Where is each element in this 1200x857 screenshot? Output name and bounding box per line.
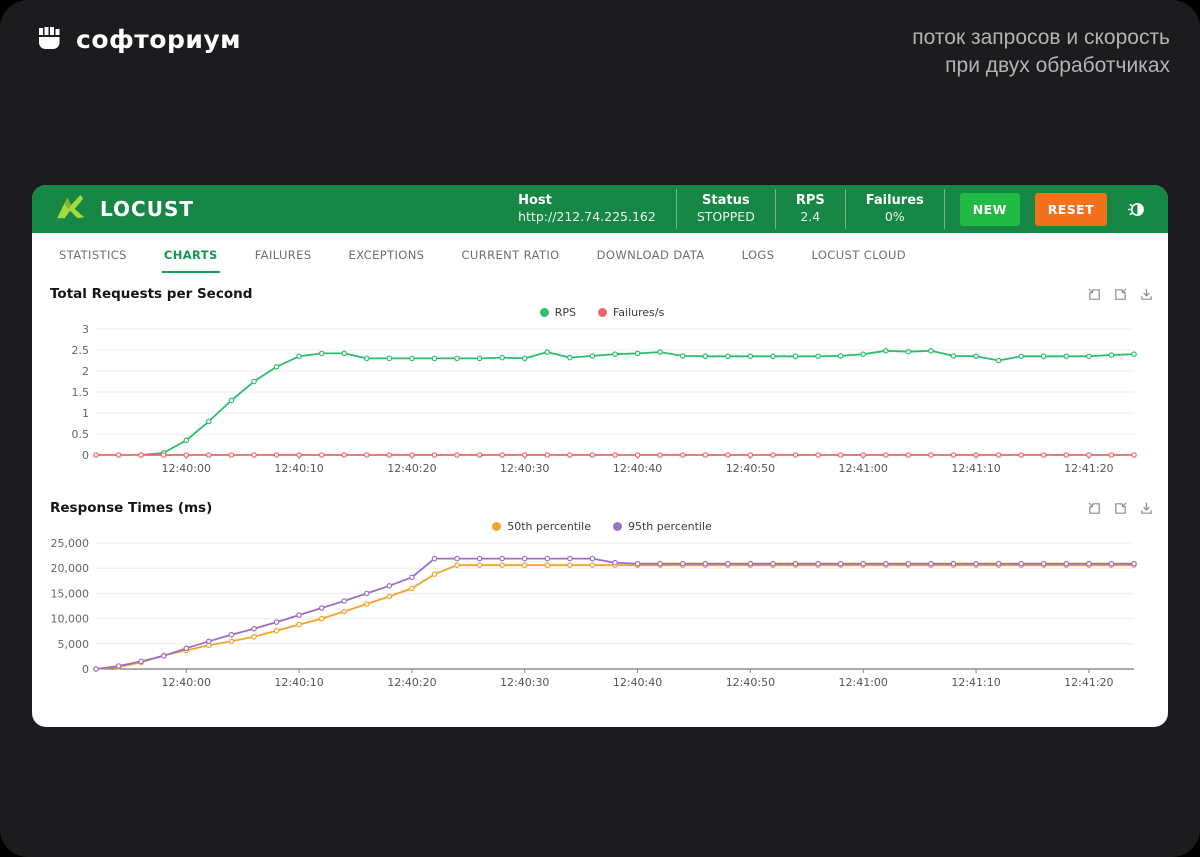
tab-logs[interactable]: LOGS bbox=[740, 240, 777, 273]
tab-statistics[interactable]: STATISTICS bbox=[57, 240, 129, 273]
svg-text:12:40:00: 12:40:00 bbox=[162, 676, 211, 689]
tab-current-ratio[interactable]: CURRENT RATIO bbox=[459, 240, 561, 273]
svg-text:12:41:00: 12:41:00 bbox=[839, 462, 888, 475]
svg-text:12:41:00: 12:41:00 bbox=[839, 676, 888, 689]
svg-text:12:40:10: 12:40:10 bbox=[274, 462, 323, 475]
status-label: Status bbox=[702, 193, 750, 209]
failures-value: 0% bbox=[884, 209, 905, 225]
drag-zoom-icon[interactable] bbox=[1087, 501, 1102, 516]
rps-chart-legend: RPS Failures/s bbox=[50, 303, 1154, 321]
legend-item-50th-percentile[interactable]: 50th percentile bbox=[492, 520, 591, 533]
download-chart-icon[interactable] bbox=[1139, 501, 1154, 516]
tab-exceptions[interactable]: EXCEPTIONS bbox=[347, 240, 427, 273]
app-name: LOCUST bbox=[100, 197, 194, 221]
chart-toolbox bbox=[1087, 501, 1154, 516]
rps-chart: 0 0.5 1 1.5 2 2.5 3 12:40:00 12:40:10 12:40:20 12:… bbox=[72, 323, 1137, 475]
svg-text:12:40:00: 12:40:00 bbox=[162, 462, 211, 475]
legend-dot-icon bbox=[613, 521, 622, 531]
svg-text:2.5: 2.5 bbox=[72, 344, 90, 357]
svg-text:25,000: 25,000 bbox=[51, 537, 90, 550]
svg-text:12:40:40: 12:40:40 bbox=[613, 676, 662, 689]
svg-text:0: 0 bbox=[82, 663, 89, 676]
svg-text:15,000: 15,000 bbox=[51, 587, 90, 600]
svg-text:10,000: 10,000 bbox=[51, 613, 90, 626]
caption-line-1: поток запросов и скорость bbox=[912, 26, 1170, 49]
tab-bar: STATISTICS CHARTS FAILURES EXCEPTIONS CURREN… bbox=[32, 233, 1168, 273]
caption-line-2: при двух обработчиках bbox=[945, 54, 1170, 77]
locust-logo: LOCUST bbox=[54, 193, 194, 225]
failures-info: Failures 0% bbox=[844, 189, 945, 229]
legend-label: Failures/s bbox=[612, 305, 665, 319]
svg-text:12:40:10: 12:40:10 bbox=[274, 676, 323, 689]
svg-text:1: 1 bbox=[82, 407, 89, 420]
legend-item-failures-s[interactable]: Failures/s bbox=[597, 305, 665, 319]
response-times-chart-legend: 50th percentile 95th percentile bbox=[50, 517, 1154, 535]
tab-download-data[interactable]: DOWNLOAD DATA bbox=[595, 240, 707, 273]
dark-frame-panel: софториум поток запросов и скорость при … bbox=[0, 0, 1200, 857]
app-header: LOCUST Host http://212.74.225.162 Status… bbox=[32, 185, 1168, 233]
zoom-reset-icon[interactable] bbox=[1113, 501, 1128, 516]
fist-icon bbox=[36, 24, 63, 55]
svg-text:12:40:30: 12:40:30 bbox=[500, 462, 549, 475]
rps-value: 2.4 bbox=[800, 209, 821, 225]
svg-text:1.5: 1.5 bbox=[72, 386, 90, 399]
svg-text:12:41:20: 12:41:20 bbox=[1064, 676, 1113, 689]
svg-text:12:40:50: 12:40:50 bbox=[726, 676, 775, 689]
brand: софториум bbox=[36, 24, 241, 55]
svg-text:12:41:10: 12:41:10 bbox=[951, 676, 1000, 689]
svg-text:0: 0 bbox=[82, 449, 89, 462]
svg-text:20,000: 20,000 bbox=[51, 562, 90, 575]
zoom-reset-icon[interactable] bbox=[1113, 287, 1128, 302]
failures-label: Failures bbox=[865, 193, 924, 209]
response-times-chart-title: Response Times (ms) bbox=[50, 500, 213, 516]
svg-text:3: 3 bbox=[82, 323, 89, 336]
rps-label: RPS bbox=[795, 193, 825, 209]
svg-text:12:40:20: 12:40:20 bbox=[387, 462, 436, 475]
tab-charts[interactable]: CHARTS bbox=[161, 240, 220, 273]
rps-info: RPS 2.4 bbox=[774, 189, 845, 229]
svg-text:12:40:40: 12:40:40 bbox=[613, 462, 662, 475]
legend-item-rps[interactable]: RPS bbox=[539, 305, 576, 319]
legend-dot-icon bbox=[492, 521, 502, 531]
rps-chart-section: Total Requests per Second RPS Failures/s … bbox=[32, 273, 1168, 485]
rps-chart-title: Total Requests per Second bbox=[50, 286, 253, 302]
svg-text:12:40:30: 12:40:30 bbox=[500, 676, 549, 689]
new-test-button[interactable]: NEW bbox=[959, 192, 1020, 226]
tab-failures[interactable]: FAILURES bbox=[253, 240, 314, 273]
legend-dot-icon bbox=[539, 307, 549, 317]
svg-text:12:41:10: 12:41:10 bbox=[951, 462, 1000, 475]
host-value: http://212.74.225.162 bbox=[518, 209, 656, 225]
svg-text:12:40:50: 12:40:50 bbox=[726, 462, 775, 475]
grasshopper-icon bbox=[54, 193, 90, 225]
legend-label: 95th percentile bbox=[628, 519, 712, 533]
response-times-chart: 0 5,000 10,000 15,000 20,000 25,000 12:40:00 12… bbox=[51, 537, 1137, 689]
chart-toolbox bbox=[1087, 287, 1154, 302]
drag-zoom-icon[interactable] bbox=[1087, 287, 1102, 302]
host-label: Host bbox=[518, 193, 552, 209]
status-info: Status STOPPED bbox=[675, 189, 775, 229]
response-times-chart-section: Response Times (ms) 50th percentile 95th … bbox=[32, 485, 1168, 699]
frame-caption: поток запросов и скорость при двух обраб… bbox=[912, 24, 1170, 80]
legend-label: 50th percentile bbox=[507, 519, 591, 533]
theme-toggle-icon[interactable] bbox=[1127, 200, 1146, 219]
legend-item-95th-percentile[interactable]: 95th percentile bbox=[613, 520, 712, 533]
brand-name: софториум bbox=[76, 25, 242, 54]
status-value: STOPPED bbox=[696, 209, 755, 225]
locust-app-window: LOCUST Host http://212.74.225.162 Status… bbox=[32, 185, 1168, 727]
svg-text:5,000: 5,000 bbox=[58, 638, 90, 651]
download-chart-icon[interactable] bbox=[1139, 287, 1154, 302]
legend-dot-icon bbox=[597, 307, 607, 317]
svg-text:2: 2 bbox=[82, 365, 89, 378]
svg-text:12:40:20: 12:40:20 bbox=[387, 676, 436, 689]
svg-text:0.5: 0.5 bbox=[72, 428, 90, 441]
legend-label: RPS bbox=[554, 305, 576, 319]
svg-text:12:41:20: 12:41:20 bbox=[1064, 462, 1113, 475]
host-info: Host http://212.74.225.162 bbox=[498, 189, 676, 229]
reset-button[interactable]: RESET bbox=[1034, 192, 1107, 226]
tab-locust-cloud[interactable]: LOCUST CLOUD bbox=[809, 240, 908, 273]
